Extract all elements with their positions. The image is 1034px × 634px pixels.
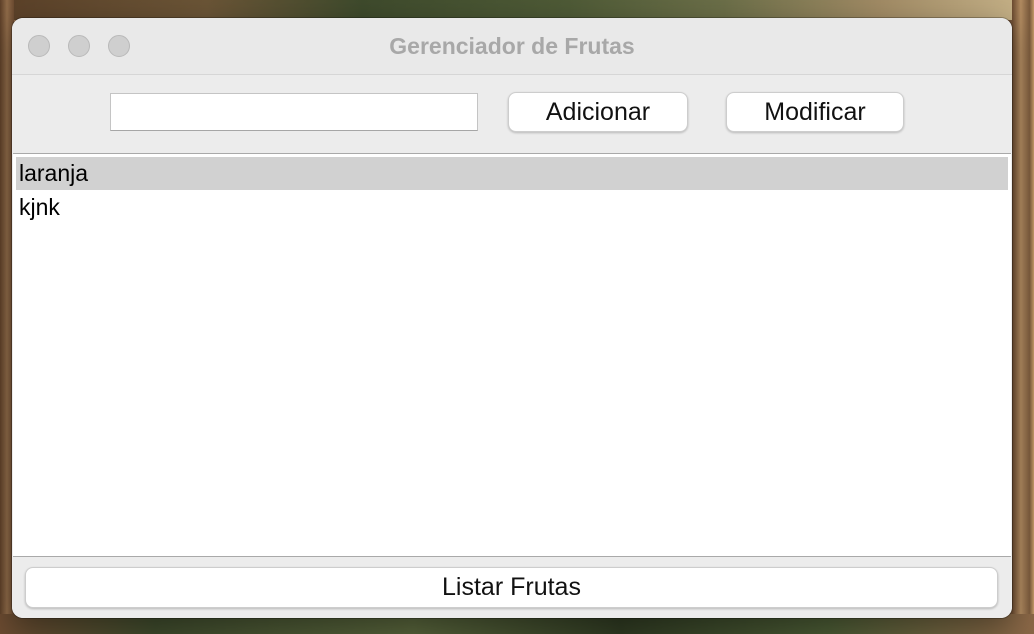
fruit-list[interactable]: laranja kjnk: [13, 153, 1011, 557]
list-fruits-button[interactable]: Listar Frutas: [25, 567, 998, 608]
list-item-kjnk[interactable]: kjnk: [16, 191, 1008, 224]
footer: Listar Frutas: [12, 558, 1012, 618]
app-window: Gerenciador de Frutas Adicionar Modifica…: [12, 18, 1012, 618]
toolbar: Adicionar Modificar: [12, 75, 1012, 153]
fruit-name-input[interactable]: [110, 93, 478, 131]
desktop-wallpaper-right: [1012, 0, 1034, 634]
window-title: Gerenciador de Frutas: [389, 33, 635, 59]
title-bar[interactable]: Gerenciador de Frutas: [12, 18, 1012, 75]
list-item-laranja[interactable]: laranja: [16, 157, 1008, 190]
add-button[interactable]: Adicionar: [508, 92, 688, 132]
desktop-wallpaper-top: [0, 0, 1034, 20]
modify-button[interactable]: Modificar: [726, 92, 904, 132]
